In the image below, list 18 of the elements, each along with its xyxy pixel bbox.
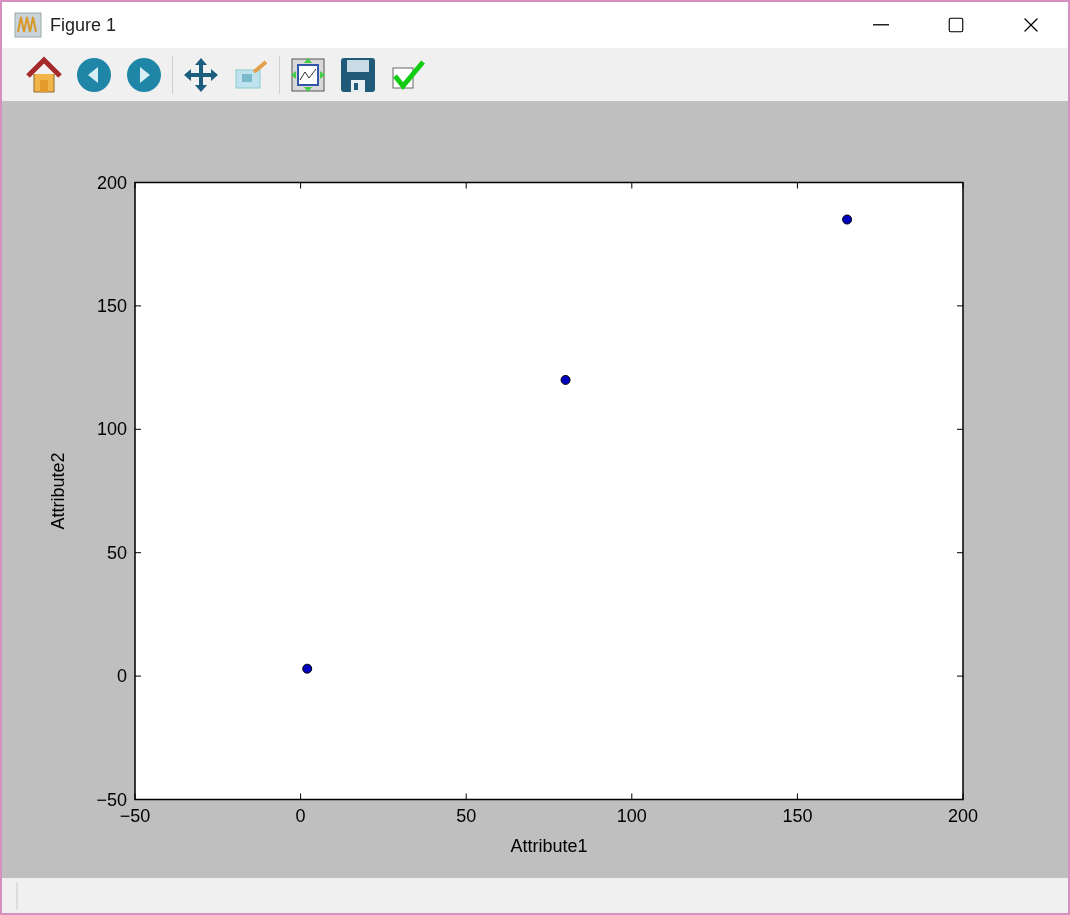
chart-frame-icon <box>289 55 327 94</box>
x-axis-label: Attribute1 <box>510 835 588 856</box>
minimize-icon <box>872 24 889 26</box>
maximize-icon <box>946 16 965 34</box>
app-icon <box>14 12 42 38</box>
x-tick-label: 100 <box>616 805 647 826</box>
x-tick-label: 50 <box>456 805 477 826</box>
y-axis-label: Attribute2 <box>48 452 68 530</box>
x-tick-label: 200 <box>948 805 978 826</box>
y-tick-label: 100 <box>96 419 127 440</box>
x-tick-label: 150 <box>782 805 813 826</box>
x-tick-label: 0 <box>295 805 306 826</box>
y-tick-label: 150 <box>96 295 127 316</box>
y-tick-label: 50 <box>106 542 127 563</box>
y-tick-label: 200 <box>96 172 127 193</box>
house-icon <box>25 55 63 94</box>
window-title: Figure 1 <box>50 13 117 37</box>
y-tick-label: 0 <box>117 666 127 687</box>
